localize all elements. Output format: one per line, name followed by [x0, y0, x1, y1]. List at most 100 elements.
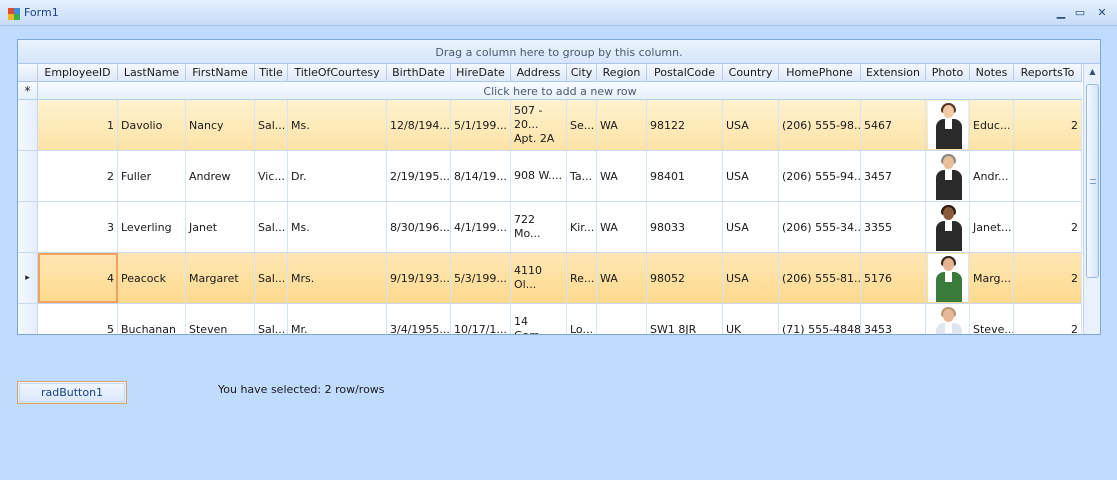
cell-lastname[interactable]: Leverling — [118, 202, 186, 252]
cell-photo[interactable] — [926, 304, 970, 334]
cell-hiredate[interactable]: 5/1/199... — [451, 100, 511, 150]
column-header-postalcode[interactable]: PostalCode — [647, 64, 723, 82]
cell-lastname[interactable]: Peacock — [118, 253, 186, 303]
column-header-firstname[interactable]: FirstName — [186, 64, 255, 82]
cell-reportsto[interactable] — [1014, 151, 1082, 201]
cell-employeeid[interactable]: 2 — [38, 151, 118, 201]
cell-address[interactable]: 908 W.... — [511, 151, 567, 201]
scroll-up-icon[interactable]: ▲ — [1084, 64, 1100, 80]
cell-lastname[interactable]: Davolio — [118, 100, 186, 150]
table-row[interactable]: ▸ 4 Peacock Margaret Sal... Mrs. 9/19/193... 5/… — [18, 253, 1082, 304]
cell-reportsto[interactable]: 2 — [1014, 100, 1082, 150]
vertical-scrollbar[interactable]: ▲ ▼ — [1083, 64, 1100, 334]
cell-postalcode[interactable]: 98401 — [647, 151, 723, 201]
cell-homephone[interactable]: (206) 555-34... — [779, 202, 861, 252]
cell-hiredate[interactable]: 5/3/199... — [451, 253, 511, 303]
cell-region[interactable]: WA — [597, 202, 647, 252]
cell-extension[interactable]: 3453 — [861, 304, 926, 334]
cell-region[interactable]: WA — [597, 253, 647, 303]
table-row[interactable]: 2 Fuller Andrew Vic... Dr. 2/19/195... 8/14/19… — [18, 151, 1082, 202]
cell-region[interactable]: WA — [597, 151, 647, 201]
row-indicator[interactable] — [18, 100, 38, 150]
maximize-button[interactable]: ▭ — [1073, 6, 1087, 20]
row-indicator[interactable] — [18, 304, 38, 334]
cell-extension[interactable]: 3355 — [861, 202, 926, 252]
cell-country[interactable]: USA — [723, 151, 779, 201]
column-header-titleofcourtesy[interactable]: TitleOfCourtesy — [288, 64, 387, 82]
cell-notes[interactable]: Andr... — [970, 151, 1014, 201]
cell-region[interactable]: WA — [597, 100, 647, 150]
cell-city[interactable]: Ta... — [567, 151, 597, 201]
cell-birthdate[interactable]: 12/8/194... — [387, 100, 451, 150]
cell-hiredate[interactable]: 10/17/1... — [451, 304, 511, 334]
table-row[interactable]: 5 Buchanan Steven Sal... Mr. 3/4/1955... 10/17… — [18, 304, 1082, 334]
cell-photo[interactable] — [926, 253, 970, 303]
cell-city[interactable]: Re... — [567, 253, 597, 303]
column-header-region[interactable]: Region — [597, 64, 647, 82]
cell-title[interactable]: Sal... — [255, 253, 288, 303]
cell-reportsto[interactable]: 2 — [1014, 304, 1082, 334]
cell-employeeid[interactable]: 5 — [38, 304, 118, 334]
cell-extension[interactable]: 3457 — [861, 151, 926, 201]
new-row[interactable]: * Click here to add a new row — [18, 82, 1082, 100]
row-indicator[interactable]: ▸ — [18, 253, 38, 303]
scroll-thumb[interactable] — [1086, 84, 1099, 278]
cell-address[interactable]: 507 - 20... Apt. 2A — [511, 100, 567, 150]
rad-button-1[interactable]: radButton1 — [17, 381, 127, 404]
cell-photo[interactable] — [926, 100, 970, 150]
cell-city[interactable]: Lo... — [567, 304, 597, 334]
cell-birthdate[interactable]: 9/19/193... — [387, 253, 451, 303]
cell-postalcode[interactable]: SW1 8JR — [647, 304, 723, 334]
cell-title[interactable]: Sal... — [255, 304, 288, 334]
column-header-country[interactable]: Country — [723, 64, 779, 82]
column-header-employeeid[interactable]: EmployeeID — [38, 64, 118, 82]
cell-country[interactable]: UK — [723, 304, 779, 334]
cell-birthdate[interactable]: 2/19/195... — [387, 151, 451, 201]
cell-hiredate[interactable]: 8/14/19... — [451, 151, 511, 201]
cell-country[interactable]: USA — [723, 202, 779, 252]
cell-postalcode[interactable]: 98122 — [647, 100, 723, 150]
cell-address[interactable]: 722 Mo... — [511, 202, 567, 252]
cell-address[interactable]: 4110 Ol... — [511, 253, 567, 303]
column-header-extension[interactable]: Extension — [861, 64, 926, 82]
column-header-photo[interactable]: Photo — [926, 64, 970, 82]
table-row[interactable]: 1 Davolio Nancy Sal... Ms. 12/8/194... 5/1/199… — [18, 100, 1082, 151]
column-header-homephone[interactable]: HomePhone — [779, 64, 861, 82]
table-row[interactable]: 3 Leverling Janet Sal... Ms. 8/30/196... 4/1/1… — [18, 202, 1082, 253]
cell-postalcode[interactable]: 98033 — [647, 202, 723, 252]
cell-reportsto[interactable]: 2 — [1014, 253, 1082, 303]
cell-hiredate[interactable]: 4/1/199... — [451, 202, 511, 252]
cell-country[interactable]: USA — [723, 253, 779, 303]
minimize-button[interactable]: ▁ — [1054, 6, 1068, 20]
cell-reportsto[interactable]: 2 — [1014, 202, 1082, 252]
cell-title[interactable]: Sal... — [255, 202, 288, 252]
column-header-lastname[interactable]: LastName — [118, 64, 186, 82]
cell-titleofcourtesy[interactable]: Mrs. — [288, 253, 387, 303]
new-row-text[interactable]: Click here to add a new row — [38, 82, 1082, 101]
group-panel[interactable]: Drag a column here to group by this colu… — [18, 40, 1100, 64]
cell-postalcode[interactable]: 98052 — [647, 253, 723, 303]
column-header-reportsto[interactable]: ReportsTo — [1014, 64, 1082, 82]
cell-titleofcourtesy[interactable]: Ms. — [288, 202, 387, 252]
cell-country[interactable]: USA — [723, 100, 779, 150]
cell-title[interactable]: Sal... — [255, 100, 288, 150]
cell-firstname[interactable]: Janet — [186, 202, 255, 252]
cell-titleofcourtesy[interactable]: Mr. — [288, 304, 387, 334]
cell-title[interactable]: Vic... — [255, 151, 288, 201]
cell-notes[interactable]: Educ... — [970, 100, 1014, 150]
cell-notes[interactable]: Marg... — [970, 253, 1014, 303]
column-header-title[interactable]: Title — [255, 64, 288, 82]
column-header-address[interactable]: Address — [511, 64, 567, 82]
cell-address[interactable]: 14 Garr... — [511, 304, 567, 334]
column-header-hiredate[interactable]: HireDate — [451, 64, 511, 82]
cell-employeeid[interactable]: 3 — [38, 202, 118, 252]
cell-extension[interactable]: 5176 — [861, 253, 926, 303]
cell-firstname[interactable]: Andrew — [186, 151, 255, 201]
cell-city[interactable]: Se... — [567, 100, 597, 150]
cell-homephone[interactable]: (206) 555-94... — [779, 151, 861, 201]
cell-notes[interactable]: Janet... — [970, 202, 1014, 252]
cell-firstname[interactable]: Steven — [186, 304, 255, 334]
cell-photo[interactable] — [926, 151, 970, 201]
row-indicator[interactable] — [18, 151, 38, 201]
cell-city[interactable]: Kir... — [567, 202, 597, 252]
